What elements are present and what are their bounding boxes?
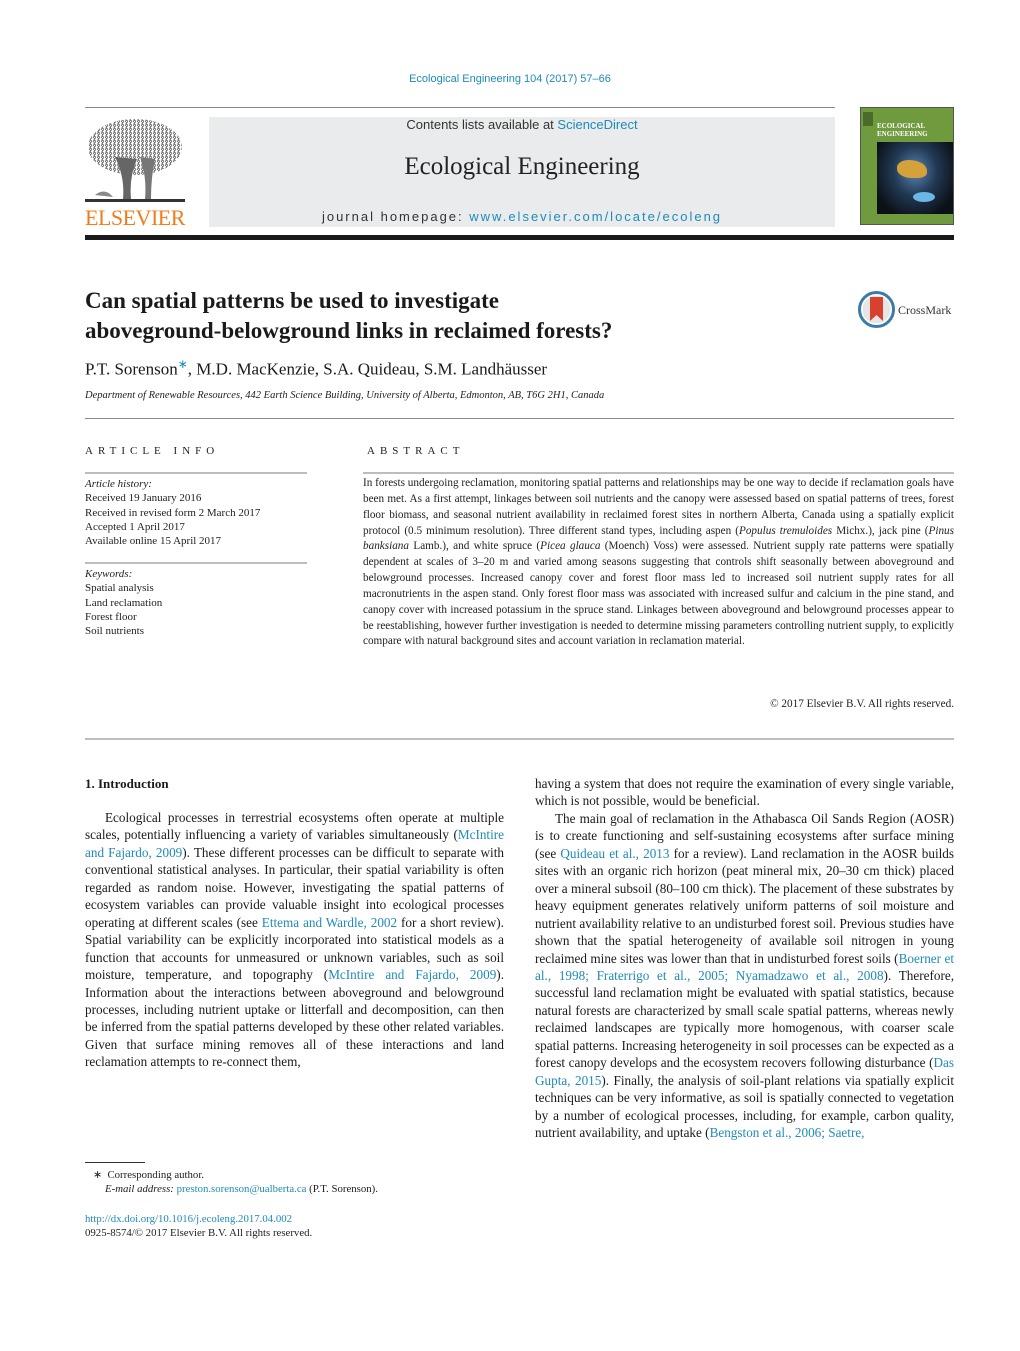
contents-prefix: Contents lists available at [406,117,558,132]
cover-photo [877,142,953,214]
article-history-heading: Article history: [85,478,152,490]
email-note: E-mail address: preston.sorenson@ualbert… [105,1182,378,1196]
homepage-prefix: journal homepage: [321,209,470,224]
elsevier-wordmark: ELSEVIER [85,205,185,230]
body-column-left: Ecological processes in terrestrial ecos… [85,809,504,1071]
affiliation: Department of Renewable Resources, 442 E… [85,390,605,401]
citation-link[interactable]: McIntire and Fajardo, 2009 [328,967,496,982]
abstract-rule [363,472,954,474]
crossmark-icon [858,291,895,328]
abstract-text: In forests undergoing reclamation, monit… [363,476,954,650]
email-link[interactable]: preston.sorenson@ualberta.ca [177,1183,307,1195]
title-divider [85,418,954,419]
keyword: Land reclamation [85,596,163,609]
abstract-segment: Michx.), jack pine ( [832,524,929,537]
email-owner: (P.T. Sorenson). [306,1183,378,1195]
abstract-segment: Lamb.), and white spruce ( [409,540,541,553]
corresponding-author-text: Corresponding author. [107,1169,205,1181]
history-online: Available online 15 April 2017 [85,535,222,548]
text-segment: Ecological processes in terrestrial ecos… [85,810,504,843]
journal-reference-link[interactable]: Ecological Engineering 104 (2017) 57–66 [0,73,1020,85]
crossmark-button[interactable]: CrossMark [858,291,958,331]
article-info-rule [85,472,307,474]
citation-link[interactable]: Bengston et al., 2006; Saetre, [710,1125,865,1140]
journal-cover-image[interactable]: ECOLOGICAL ENGINEERING [860,107,954,225]
crossmark-label: CrossMark [898,303,952,317]
journal-title: Ecological Engineering [404,153,640,180]
paragraph: having a system that does not require th… [535,776,954,809]
corresponding-author-note: ∗ Corresponding author. [93,1168,204,1182]
citation-link[interactable]: Quideau et al., 2013 [560,846,669,861]
body-column-right: having a system that does not require th… [535,775,954,1142]
keywords-heading: Keywords: [85,568,133,580]
section-heading-introduction: 1. Introduction [85,776,169,791]
homepage-link[interactable]: www.elsevier.com/locate/ecoleng [469,209,722,224]
article-info-label: ARTICLE INFO [85,445,220,457]
email-label: E-mail address: [105,1183,174,1195]
text-segment: ). Information about the interactions be… [85,967,504,1070]
history-received: Received 19 January 2016 [85,492,202,505]
footnote-star: ∗ [93,1169,103,1181]
contents-availability: Contents lists available at ScienceDirec… [209,117,835,132]
species-name: Picea glauca [540,540,601,553]
keyword: Forest floor [85,610,137,623]
paragraph: Ecological processes in terrestrial ecos… [85,809,504,1071]
keywords: Keywords: Spatial analysis Land reclamat… [85,567,310,638]
cover-photo-detail [897,160,927,178]
corresponding-author-marker[interactable]: ∗ [178,357,188,371]
title-line-1: Can spatial patterns be used to investig… [85,288,500,313]
history-revised: Received in revised form 2 March 2017 [85,506,261,519]
doi-note: http://dx.doi.org/10.1016/j.ecoleng.2017… [85,1212,292,1226]
author-list: P.T. Sorenson∗, M.D. MacKenzie, S.A. Qui… [85,357,547,380]
sciencedirect-link[interactable]: ScienceDirect [557,117,637,132]
citation-link[interactable]: Ettema and Wardle, 2002 [262,915,397,930]
issn-copyright: 0925-8574/© 2017 Elsevier B.V. All right… [85,1227,313,1239]
paragraph: The main goal of reclamation in the Atha… [535,810,954,1142]
masthead-divider [85,235,954,240]
footnote-rule [85,1162,145,1163]
history-accepted: Accepted 1 April 2017 [85,520,185,533]
doi-link[interactable]: http://dx.doi.org/10.1016/j.ecoleng.2017… [85,1213,292,1225]
article-history: Article history: Received 19 January 201… [85,477,310,548]
title-line-2: aboveground-belowground links in reclaim… [85,318,613,343]
cover-photo-fish [913,192,935,202]
cover-title-line1: ECOLOGICAL [877,122,926,130]
cover-seal-icon [863,112,873,126]
keywords-rule [85,562,307,564]
keyword: Spatial analysis [85,582,154,595]
cover-title-line2: ENGINEERING [877,130,928,138]
cover-title: ECOLOGICAL ENGINEERING [877,122,928,138]
text-segment: for a review). Land reclamation in the A… [535,845,954,966]
elsevier-logo[interactable]: ELSEVIER [85,117,185,230]
author-names: , M.D. MacKenzie, S.A. Quideau, S.M. Lan… [187,359,548,379]
header-rule [85,107,835,108]
abstract-segment: (Moench) Voss) were assessed. Nutrient s… [363,540,954,648]
abstract-copyright: © 2017 Elsevier B.V. All rights reserved… [770,698,954,710]
elsevier-tree-icon [85,119,185,202]
abstract-divider [85,738,954,740]
journal-homepage: journal homepage: www.elsevier.com/locat… [209,209,835,224]
keyword: Soil nutrients [85,625,144,638]
journal-masthead: Contents lists available at ScienceDirec… [209,117,835,227]
species-name: Populus tremuloides [739,524,833,537]
article-title: Can spatial patterns be used to investig… [85,286,785,346]
abstract-label: ABSTRACT [367,445,465,457]
author-name[interactable]: P.T. Sorenson [85,360,178,379]
text-segment: ). Therefore, successful land reclamatio… [535,967,954,1071]
